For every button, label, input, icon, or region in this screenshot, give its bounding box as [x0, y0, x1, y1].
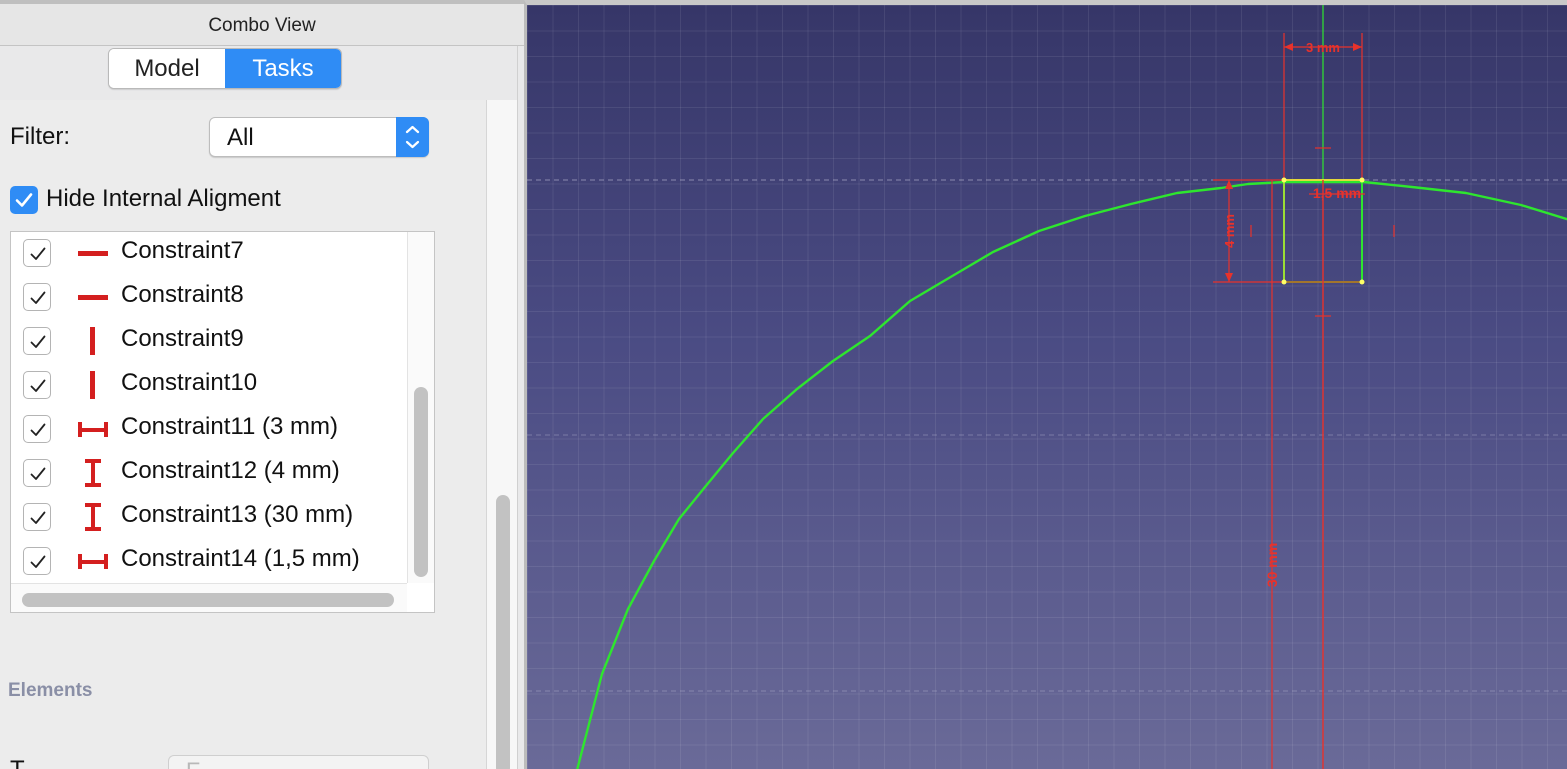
- constraint-checkbox[interactable]: [23, 547, 51, 575]
- checkmark-icon: [30, 511, 46, 524]
- checkmark-icon: [30, 423, 46, 436]
- sketch-canvas[interactable]: 3 mm 1,5 mm 4 mm 30 mm: [527, 5, 1567, 769]
- arc-geometry[interactable]: [576, 180, 1567, 769]
- vertex-point[interactable]: [1359, 279, 1365, 285]
- constraint-checkbox[interactable]: [23, 459, 51, 487]
- constraint-label: Constraint9: [121, 325, 244, 352]
- vertex-point[interactable]: [1281, 177, 1287, 183]
- horizontal-constraint-icon: [75, 283, 111, 311]
- checkmark-icon: [30, 291, 46, 304]
- arrow-icon: [1225, 180, 1233, 189]
- element-type-select-value: E: [186, 758, 201, 769]
- constraint-list-horizontal-scroll-thumb[interactable]: [22, 593, 394, 607]
- horizontal-distance-icon: [75, 415, 111, 443]
- constraint-label: Constraint12 (4 mm): [121, 457, 340, 484]
- hide-internal-checkbox[interactable]: [10, 186, 38, 214]
- dimension-label-1-5mm[interactable]: 1,5 mm: [1313, 185, 1361, 201]
- dimension-label-30mm[interactable]: 30 mm: [1264, 543, 1280, 587]
- sketch-3d-viewport[interactable]: 3 mm 1,5 mm 4 mm 30 mm: [524, 0, 1567, 769]
- constraint-row[interactable]: Constraint8: [11, 275, 406, 319]
- combo-view-title: Combo View: [208, 15, 316, 36]
- constraint-label: Constraint13 (30 mm): [121, 501, 354, 528]
- arrow-icon: [1284, 43, 1293, 51]
- constraint-row[interactable]: Constraint11 (3 mm): [11, 407, 406, 451]
- arrow-icon: [1353, 43, 1362, 51]
- vertical-distance-icon: [75, 459, 111, 487]
- constraint-row[interactable]: Constraint7: [11, 232, 406, 275]
- combo-view-panel: Combo View Model Tasks Filter: All Hide …: [0, 0, 524, 769]
- view-tab-switch: Model Tasks: [108, 48, 342, 89]
- filter-select-value: All: [227, 124, 254, 151]
- constraint-list-vertical-scrollbar[interactable]: [407, 232, 434, 583]
- checkmark-icon: [15, 193, 33, 207]
- constraint-label: Constraint8: [121, 281, 244, 308]
- element-type-label: T: [10, 756, 25, 769]
- checkmark-icon: [30, 467, 46, 480]
- constraint-row[interactable]: Constraint9: [11, 319, 406, 363]
- constraint-row[interactable]: Constraint13 (30 mm): [11, 495, 406, 539]
- horizontal-constraint-icon: [75, 239, 111, 267]
- elements-section-header[interactable]: Elements: [8, 680, 92, 702]
- constraint-label: Constraint11 (3 mm): [121, 413, 338, 440]
- dimension-label-3mm[interactable]: 3 mm: [1306, 40, 1340, 55]
- constraint-checkbox[interactable]: [23, 327, 51, 355]
- constraint-row[interactable]: Constraint14 (1,5 mm): [11, 539, 406, 583]
- constraint-row[interactable]: Constraint12 (4 mm): [11, 451, 406, 495]
- hide-internal-label[interactable]: Hide Internal Aligment: [46, 185, 281, 213]
- constraint-checkbox[interactable]: [23, 371, 51, 399]
- checkmark-icon: [30, 335, 46, 348]
- constraint-label: Constraint7: [121, 237, 244, 264]
- checkmark-icon: [30, 555, 46, 568]
- constraint-checkbox[interactable]: [23, 415, 51, 443]
- filter-label: Filter:: [10, 123, 70, 150]
- tab-model[interactable]: Model: [109, 49, 225, 88]
- select-arrows-icon: [396, 117, 429, 157]
- task-panel-scrollbar[interactable]: [486, 100, 517, 769]
- constraint-checkbox[interactable]: [23, 239, 51, 267]
- panel-splitter[interactable]: [517, 46, 524, 769]
- filter-select[interactable]: All: [209, 117, 429, 157]
- constraint-row[interactable]: Constraint10: [11, 363, 406, 407]
- constraint-label: Constraint14 (1,5 mm): [121, 545, 360, 572]
- dimension-label-4mm[interactable]: 4 mm: [1222, 214, 1237, 248]
- checkmark-icon: [30, 379, 46, 392]
- tab-tasks[interactable]: Tasks: [225, 49, 341, 88]
- arrow-icon: [1225, 273, 1233, 282]
- constraint-checkbox[interactable]: [23, 503, 51, 531]
- task-panel-scroll-thumb[interactable]: [496, 495, 510, 769]
- checkmark-icon: [30, 247, 46, 260]
- constraint-list: Constraint7 Constraint8 Constraint9 Constra…: [10, 231, 435, 613]
- constraint-list-horizontal-scrollbar[interactable]: [11, 583, 407, 612]
- element-type-select[interactable]: E: [168, 755, 429, 769]
- horizontal-distance-icon: [75, 547, 111, 575]
- constraint-label: Constraint10: [121, 369, 258, 396]
- combo-view-header: Combo View: [0, 0, 524, 46]
- vertical-constraint-icon: [75, 327, 111, 355]
- vertex-point[interactable]: [1281, 279, 1287, 285]
- constraint-list-vertical-scroll-thumb[interactable]: [414, 387, 428, 577]
- vertex-point[interactable]: [1359, 177, 1365, 183]
- constraint-checkbox[interactable]: [23, 283, 51, 311]
- vertical-distance-icon: [75, 503, 111, 531]
- vertical-constraint-icon: [75, 371, 111, 399]
